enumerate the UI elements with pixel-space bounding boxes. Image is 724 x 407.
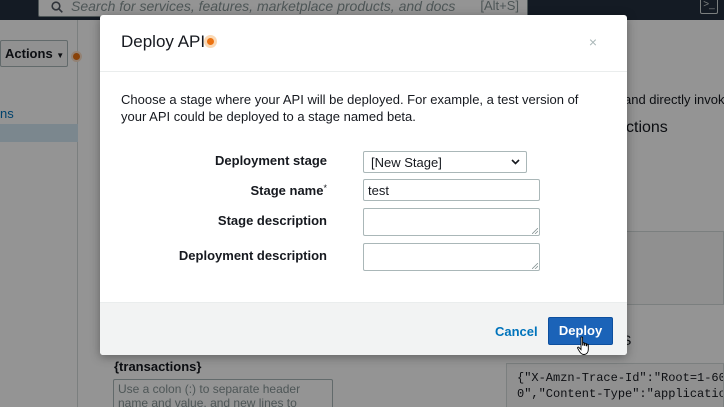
chevron-down-icon [511,159,520,165]
deployment-stage-value: [New Stage] [371,155,442,170]
deployment-description-textarea[interactable] [363,243,540,271]
hand-pointer-icon [577,336,589,355]
modal-description: Choose a stage where your API will be de… [121,92,579,124]
modal-header: Deploy API × [100,15,627,72]
stage-name-label-text: Stage name [250,183,324,198]
deployment-stage-label: Deployment stage [215,153,327,168]
stage-description-textarea[interactable] [363,208,540,236]
deployment-description-label: Deployment description [178,248,327,263]
deploy-api-modal: Deploy API × Choose a stage where your A… [100,15,627,355]
required-marker: * [323,183,327,193]
resize-grip-icon[interactable] [532,263,538,269]
stage-name-label: Stage name* [251,183,328,198]
resize-grip-icon[interactable] [532,228,538,234]
deployment-stage-select[interactable]: [New Stage] [363,151,527,173]
modal-footer: Cancel Deploy [100,302,627,355]
modal-title: Deploy API [121,32,206,51]
cancel-button[interactable]: Cancel [495,324,538,339]
status-indicator-icon [204,35,217,48]
stage-description-label: Stage description [217,213,327,228]
close-button[interactable]: × [589,34,597,50]
stage-name-input[interactable]: test [363,179,540,201]
